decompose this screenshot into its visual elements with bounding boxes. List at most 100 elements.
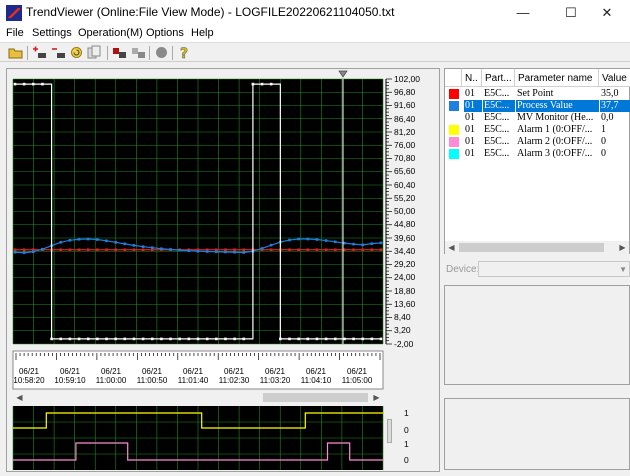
- data-point: [224, 250, 227, 254]
- data-point: [22, 251, 26, 255]
- y-tick-label: 29,20: [394, 259, 416, 269]
- data-point: [288, 238, 291, 242]
- table-header-value[interactable]: Value: [599, 69, 630, 87]
- data-point: [132, 337, 136, 341]
- cell-number: 01: [465, 136, 475, 147]
- table-row[interactable]: 01 E5C... Alarm 2 (0:OFF/... 0: [445, 136, 630, 148]
- time-tick-label: 06/21 11:05:00: [341, 367, 373, 385]
- data-point: [86, 237, 90, 241]
- add-trend-icon[interactable]: [32, 45, 47, 60]
- cell-value: 0,0: [601, 112, 614, 123]
- menu-help[interactable]: Help: [191, 27, 214, 39]
- y-tick-label: 102,00: [394, 74, 420, 84]
- y-tick-label: 50,00: [394, 206, 416, 216]
- menu-file[interactable]: File: [6, 27, 24, 39]
- table-header-part[interactable]: Part...: [482, 69, 515, 87]
- table-row[interactable]: 01 E5C... Alarm 3 (0:OFF/... 0: [445, 148, 630, 160]
- grid-lines: [12, 78, 384, 345]
- cell-part: E5C...: [483, 100, 515, 112]
- y-tick-label: 39,60: [394, 233, 416, 243]
- menu-options[interactable]: Options: [146, 27, 184, 39]
- data-point: [288, 337, 291, 341]
- data-point: [196, 337, 200, 341]
- scroll-right-arrow-icon[interactable]: ▶: [370, 391, 383, 404]
- data-point: [306, 337, 310, 341]
- scroll-left-arrow-icon[interactable]: ◀: [445, 241, 458, 254]
- data-point: [196, 249, 200, 253]
- close-icon: ✕: [601, 5, 613, 20]
- table-row[interactable]: 01 E5C... Process Value 37,7: [445, 100, 630, 112]
- y-tick-label: 81,20: [394, 127, 416, 137]
- data-point: [324, 337, 328, 341]
- data-point: [297, 237, 300, 241]
- data-point: [77, 237, 81, 241]
- data-point: [297, 248, 300, 252]
- device-label: Device:: [446, 264, 480, 275]
- data-point: [96, 337, 99, 341]
- record-stop-icon[interactable]: [131, 45, 146, 60]
- maximize-icon: ☐: [565, 5, 577, 20]
- table-horizontal-scrollbar[interactable]: ◀ ▶: [445, 241, 629, 254]
- data-point: [233, 337, 236, 341]
- series-color-swatch: [449, 149, 459, 159]
- open-folder-icon[interactable]: [8, 45, 23, 60]
- chevron-down-icon: ▼: [619, 265, 627, 274]
- toolbar-separator: [107, 46, 108, 60]
- data-point: [160, 337, 163, 341]
- menu-operation[interactable]: Operation(M): [78, 27, 143, 39]
- scroll-left-arrow-icon[interactable]: ◀: [13, 391, 26, 404]
- data-point: [178, 337, 181, 341]
- table-header-parameter-name[interactable]: Parameter name: [515, 69, 599, 87]
- y-tick-label: 8,40: [394, 312, 411, 322]
- close-button[interactable]: ✕: [584, 0, 630, 26]
- cell-parameter-name: Alarm 3 (0:OFF/...: [517, 148, 593, 159]
- data-point: [352, 242, 355, 246]
- table-header-no[interactable]: N..: [462, 69, 482, 87]
- table-row[interactable]: 01 E5C... MV Monitor (He... 0,0: [445, 112, 630, 124]
- cell-number: 01: [464, 100, 482, 112]
- help-icon[interactable]: ?: [177, 45, 192, 60]
- data-point: [123, 248, 127, 252]
- y-tick-label: 13,60: [394, 299, 416, 309]
- menu-bar: File Settings Operation(M) Options Help: [0, 26, 630, 42]
- refresh-icon[interactable]: [69, 45, 84, 60]
- table-row[interactable]: 01 E5C... Set Point 35,0: [445, 88, 630, 100]
- time-tick-label: 06/21 11:01:40: [177, 367, 209, 385]
- y-tick-label: 70,80: [394, 153, 416, 163]
- data-point: [370, 337, 374, 341]
- parameter-table: N.. Part... Parameter name Value 01 E5C..…: [444, 68, 630, 254]
- data-point: [215, 250, 218, 254]
- data-point: [251, 82, 255, 86]
- record-start-icon[interactable]: [112, 45, 127, 60]
- data-point: [379, 337, 383, 341]
- data-point: [269, 243, 273, 247]
- data-point: [178, 248, 181, 252]
- data-point: [68, 337, 72, 341]
- scroll-thumb[interactable]: [459, 243, 604, 252]
- data-point: [352, 337, 355, 341]
- scroll-right-arrow-icon[interactable]: ▶: [616, 241, 629, 254]
- scroll-thumb[interactable]: [263, 393, 368, 402]
- stop-circle-icon[interactable]: [154, 45, 169, 60]
- digital-low-label: 0: [404, 425, 409, 435]
- y-tick-label: 3,20: [394, 325, 411, 335]
- copy-icon[interactable]: [87, 45, 102, 60]
- table-row[interactable]: 01 E5C... Alarm 1 (0:OFF/... 1: [445, 124, 630, 136]
- data-point: [315, 337, 319, 341]
- menu-settings[interactable]: Settings: [32, 27, 72, 39]
- remove-trend-icon[interactable]: [51, 45, 66, 60]
- cell-number: 01: [465, 148, 475, 159]
- series-color-swatch: [449, 125, 459, 135]
- data-point: [361, 248, 364, 252]
- cursor-marker[interactable]: [338, 70, 348, 78]
- device-select[interactable]: ▼: [478, 261, 630, 277]
- data-point: [105, 248, 108, 252]
- data-point: [105, 239, 108, 243]
- time-tick-label: 06/21 11:02:30: [218, 367, 250, 385]
- table-header-color[interactable]: [445, 69, 462, 87]
- digital-scrollbar[interactable]: [387, 419, 392, 443]
- minimize-button[interactable]: —: [500, 0, 546, 26]
- chart-horizontal-scrollbar[interactable]: ◀ ▶: [13, 391, 383, 404]
- cell-parameter-name: Alarm 1 (0:OFF/...: [517, 124, 593, 135]
- data-point: [370, 242, 374, 245]
